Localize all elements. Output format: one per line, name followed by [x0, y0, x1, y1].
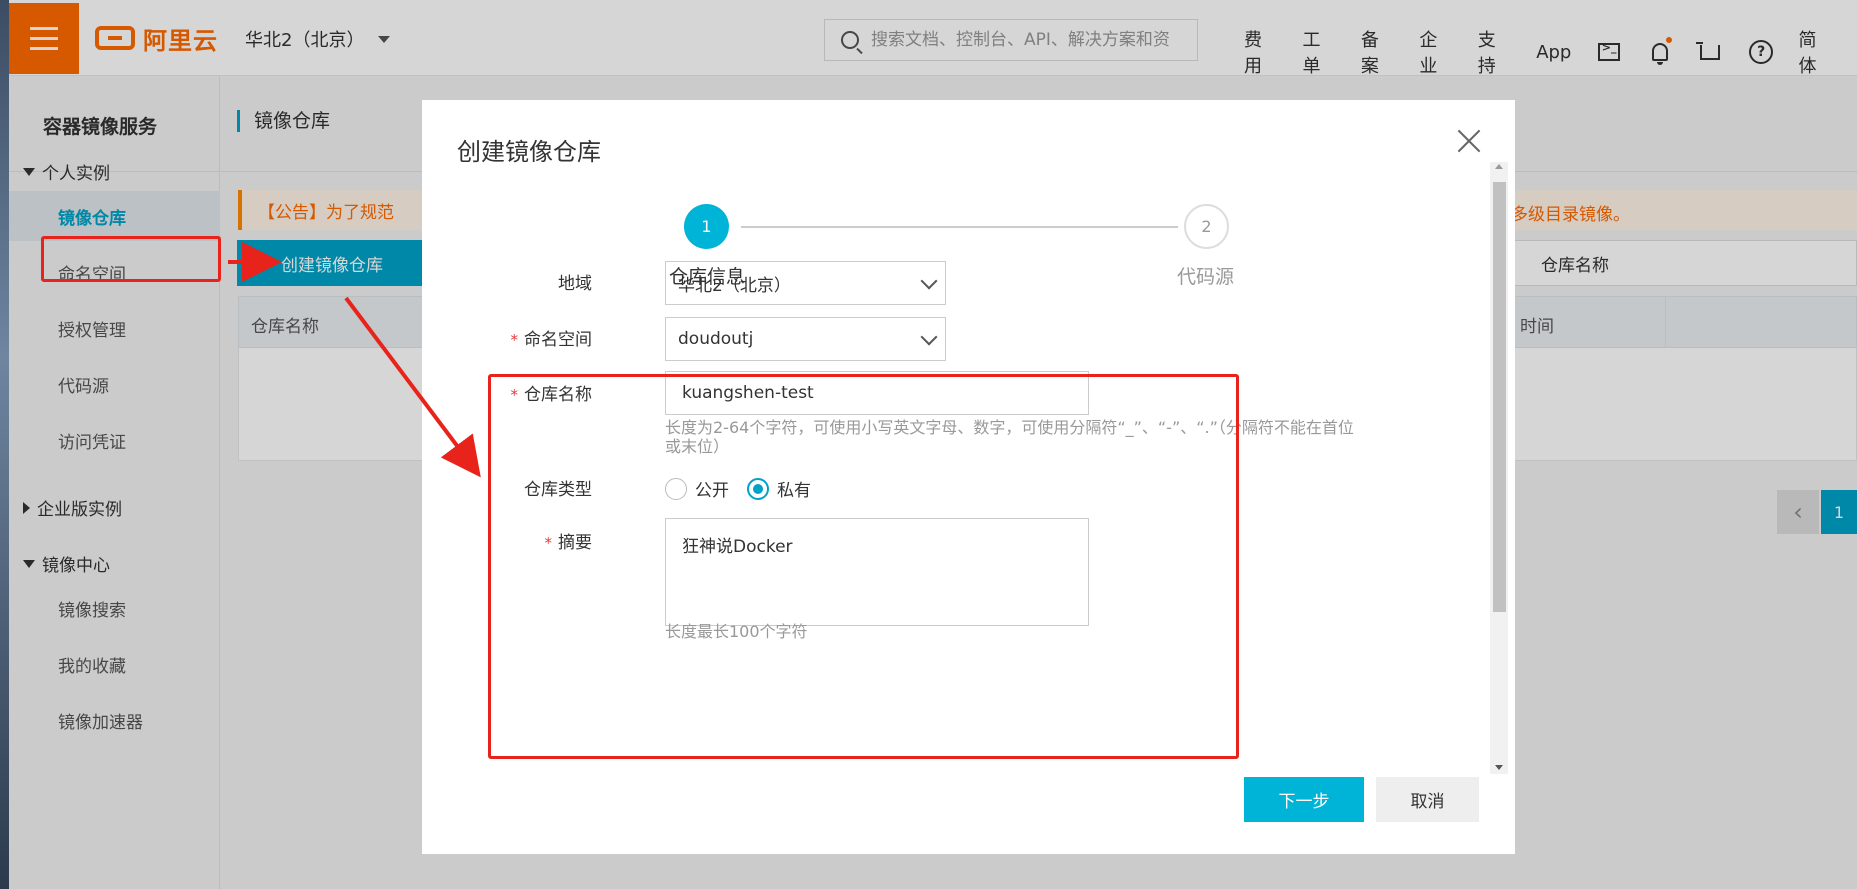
annotation-box-form	[488, 374, 1239, 759]
steps-connector	[741, 226, 1178, 228]
step-1-indicator: 1	[684, 204, 729, 249]
step-2-label: 代码源	[1177, 266, 1235, 288]
region-select-value: 华北2（北京）	[678, 275, 791, 296]
region-select[interactable]: 华北2（北京）	[665, 261, 946, 305]
cancel-button[interactable]: 取消	[1376, 777, 1479, 822]
annotation-box-sidebar	[41, 236, 221, 282]
desktop-background	[0, 0, 9, 889]
chevron-down-icon	[920, 272, 938, 290]
dialog-scrollbar[interactable]	[1490, 162, 1508, 774]
dialog-title: 创建镜像仓库	[457, 138, 601, 166]
chevron-down-icon	[920, 328, 938, 346]
namespace-select-value: doudoutj	[678, 329, 754, 349]
close-icon[interactable]	[1454, 126, 1484, 156]
namespace-field-label: * 命名空间	[432, 325, 593, 350]
step-2-indicator: 2	[1184, 204, 1229, 249]
required-mark: *	[510, 331, 519, 349]
namespace-label-text: 命名空间	[524, 330, 592, 350]
scroll-up-arrow-icon[interactable]	[1495, 164, 1503, 169]
region-field-label: 地域	[558, 274, 592, 294]
next-step-button[interactable]: 下一步	[1244, 777, 1364, 822]
scroll-thumb[interactable]	[1493, 182, 1506, 612]
namespace-select[interactable]: doudoutj	[665, 317, 946, 361]
scroll-down-arrow-icon[interactable]	[1495, 765, 1503, 770]
